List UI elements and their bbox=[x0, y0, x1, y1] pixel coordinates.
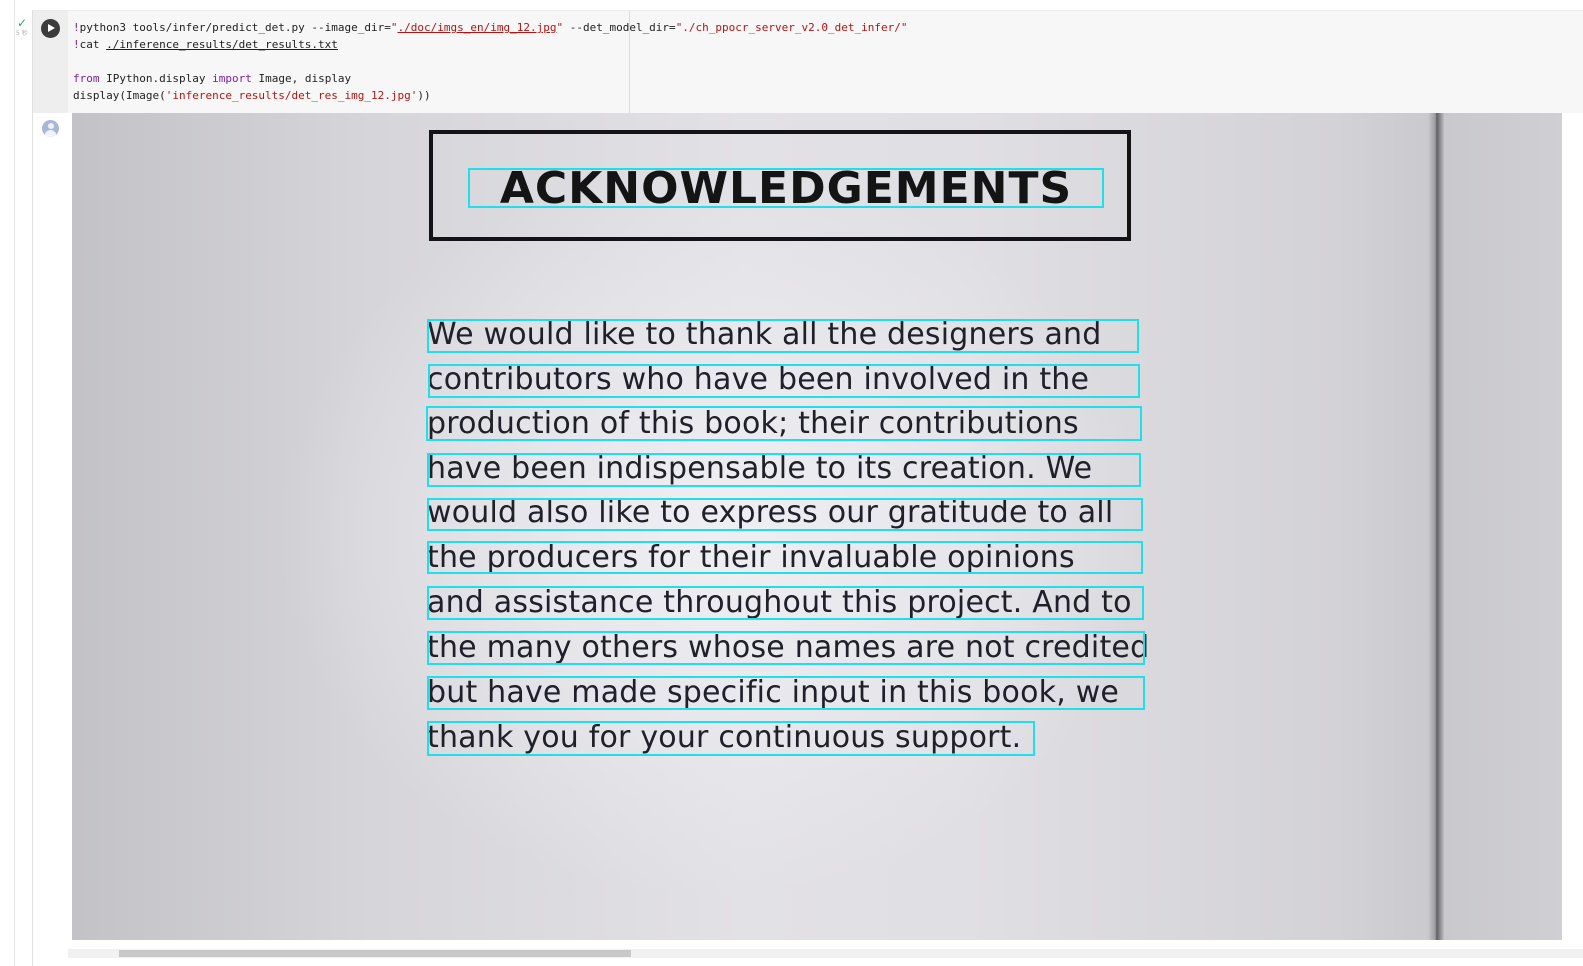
detection-box bbox=[427, 541, 1143, 574]
code-line-1: !python3 tools/infer/predict_det.py --im… bbox=[73, 21, 908, 34]
detection-box bbox=[427, 721, 1035, 756]
execution-time: 5 秒 bbox=[16, 30, 28, 37]
run-cell-button[interactable] bbox=[41, 19, 60, 38]
execution-success-icon: ✓ bbox=[17, 16, 28, 30]
detection-box bbox=[427, 631, 1145, 665]
page-fold bbox=[1428, 113, 1444, 940]
left-rail bbox=[0, 0, 15, 966]
detection-box bbox=[426, 406, 1142, 441]
detection-box bbox=[427, 498, 1143, 531]
horizontal-scrollbar-thumb[interactable] bbox=[119, 950, 631, 957]
results-path-link[interactable]: ./inference_results/det_results.txt bbox=[106, 38, 338, 51]
detection-box bbox=[427, 453, 1141, 487]
detection-box-title bbox=[468, 168, 1104, 208]
code-editor[interactable]: !python3 tools/infer/predict_det.py --im… bbox=[73, 19, 1573, 104]
code-cell[interactable]: !python3 tools/infer/predict_det.py --im… bbox=[33, 10, 1583, 114]
detection-box bbox=[427, 586, 1144, 620]
detection-box bbox=[427, 319, 1139, 353]
cell-output: ACKNOWLEDGEMENTS We would like to thank … bbox=[33, 113, 1583, 966]
play-icon bbox=[48, 24, 55, 32]
detection-result-image: ACKNOWLEDGEMENTS We would like to thank … bbox=[72, 113, 1562, 940]
output-avatar-icon[interactable] bbox=[42, 120, 59, 137]
detection-box bbox=[427, 676, 1145, 710]
image-path-link[interactable]: ./doc/imgs_en/img_12.jpg bbox=[398, 21, 557, 34]
run-column bbox=[33, 11, 68, 113]
code-line-5: display(Image('inference_results/det_res… bbox=[73, 89, 431, 102]
detection-box bbox=[428, 364, 1140, 398]
code-line-4: from IPython.display import Image, displ… bbox=[73, 72, 352, 85]
code-line-2: !cat ./inference_results/det_results.txt bbox=[73, 38, 338, 51]
